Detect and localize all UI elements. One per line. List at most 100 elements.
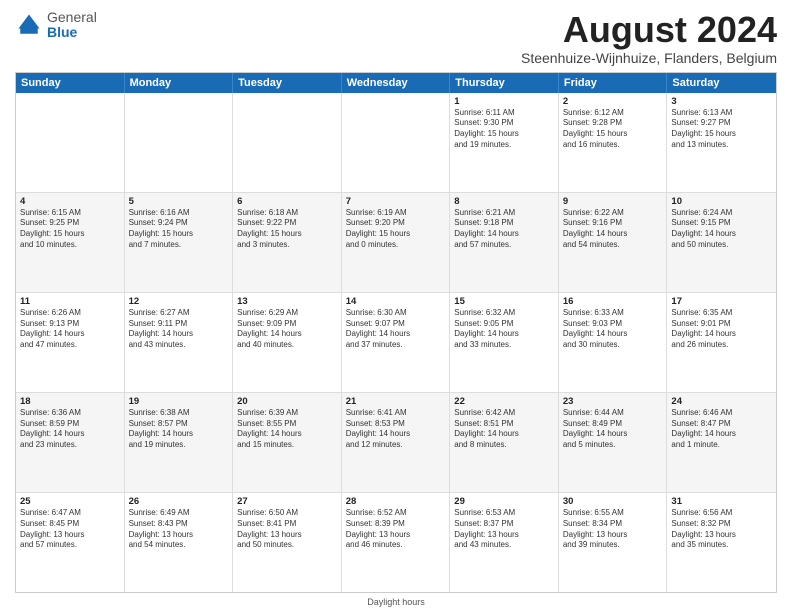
cal-cell-28: 28Sunrise: 6:52 AMSunset: 8:39 PMDayligh… xyxy=(342,493,451,592)
cal-row-1: 1Sunrise: 6:11 AMSunset: 9:30 PMDaylight… xyxy=(16,93,776,192)
day-number: 18 xyxy=(20,396,120,407)
cell-line: and 35 minutes. xyxy=(671,540,772,551)
cal-cell-7: 7Sunrise: 6:19 AMSunset: 9:20 PMDaylight… xyxy=(342,193,451,292)
cell-line: Daylight: 14 hours xyxy=(454,329,554,340)
cell-line: Sunset: 9:25 PM xyxy=(20,218,120,229)
cell-line: Daylight: 13 hours xyxy=(129,530,229,541)
day-number: 27 xyxy=(237,496,337,507)
cell-line: Daylight: 13 hours xyxy=(237,530,337,541)
cell-line: Sunrise: 6:24 AM xyxy=(671,208,772,219)
cal-row-5: 25Sunrise: 6:47 AMSunset: 8:45 PMDayligh… xyxy=(16,492,776,592)
cell-line: Daylight: 14 hours xyxy=(129,329,229,340)
cell-line: and 43 minutes. xyxy=(129,340,229,351)
cal-cell-8: 8Sunrise: 6:21 AMSunset: 9:18 PMDaylight… xyxy=(450,193,559,292)
cal-cell-16: 16Sunrise: 6:33 AMSunset: 9:03 PMDayligh… xyxy=(559,293,668,392)
cell-line: Sunrise: 6:35 AM xyxy=(671,308,772,319)
cell-line: and 16 minutes. xyxy=(563,140,663,151)
day-number: 19 xyxy=(129,396,229,407)
cell-line: Sunrise: 6:36 AM xyxy=(20,408,120,419)
cell-line: and 15 minutes. xyxy=(237,440,337,451)
cell-line: Sunset: 8:37 PM xyxy=(454,519,554,530)
cell-line: and 19 minutes. xyxy=(129,440,229,451)
cell-line: Sunrise: 6:32 AM xyxy=(454,308,554,319)
cell-line: Sunset: 8:55 PM xyxy=(237,419,337,430)
day-number: 17 xyxy=(671,296,772,307)
day-number: 3 xyxy=(671,96,772,107)
cal-cell-29: 29Sunrise: 6:53 AMSunset: 8:37 PMDayligh… xyxy=(450,493,559,592)
cell-line: Sunrise: 6:22 AM xyxy=(563,208,663,219)
cal-header-monday: Monday xyxy=(125,73,234,93)
cell-line: Daylight: 15 hours xyxy=(671,129,772,140)
cell-line: Sunrise: 6:16 AM xyxy=(129,208,229,219)
cell-line: Sunrise: 6:42 AM xyxy=(454,408,554,419)
cell-line: and 54 minutes. xyxy=(129,540,229,551)
cell-line: and 33 minutes. xyxy=(454,340,554,351)
day-number: 22 xyxy=(454,396,554,407)
day-number: 30 xyxy=(563,496,663,507)
cell-line: Daylight: 13 hours xyxy=(671,530,772,541)
day-number: 20 xyxy=(237,396,337,407)
cal-cell-1: 1Sunrise: 6:11 AMSunset: 9:30 PMDaylight… xyxy=(450,93,559,192)
cell-line: Sunrise: 6:27 AM xyxy=(129,308,229,319)
cell-line: and 57 minutes. xyxy=(454,240,554,251)
day-number: 11 xyxy=(20,296,120,307)
day-number: 25 xyxy=(20,496,120,507)
cell-line: Daylight: 14 hours xyxy=(454,429,554,440)
cell-line: Sunrise: 6:26 AM xyxy=(20,308,120,319)
cell-line: Sunset: 8:51 PM xyxy=(454,419,554,430)
day-number: 6 xyxy=(237,196,337,207)
cal-cell-20: 20Sunrise: 6:39 AMSunset: 8:55 PMDayligh… xyxy=(233,393,342,492)
cell-line: and 30 minutes. xyxy=(563,340,663,351)
cell-line: Sunset: 8:32 PM xyxy=(671,519,772,530)
cal-cell-5: 5Sunrise: 6:16 AMSunset: 9:24 PMDaylight… xyxy=(125,193,234,292)
cell-line: Daylight: 15 hours xyxy=(129,229,229,240)
cell-line: and 13 minutes. xyxy=(671,140,772,151)
cal-cell-4: 4Sunrise: 6:15 AMSunset: 9:25 PMDaylight… xyxy=(16,193,125,292)
cal-header-wednesday: Wednesday xyxy=(342,73,451,93)
cal-header-tuesday: Tuesday xyxy=(233,73,342,93)
cell-line: and 57 minutes. xyxy=(20,540,120,551)
day-number: 29 xyxy=(454,496,554,507)
cell-line: and 23 minutes. xyxy=(20,440,120,451)
cell-line: and 0 minutes. xyxy=(346,240,446,251)
cell-line: Sunrise: 6:55 AM xyxy=(563,508,663,519)
cal-cell-empty-01 xyxy=(125,93,234,192)
cal-header-sunday: Sunday xyxy=(16,73,125,93)
cell-line: Daylight: 14 hours xyxy=(671,329,772,340)
cell-line: Daylight: 14 hours xyxy=(563,229,663,240)
cell-line: and 43 minutes. xyxy=(454,540,554,551)
page: General Blue August 2024 Steenhuize-Wijn… xyxy=(0,0,792,612)
cal-header-friday: Friday xyxy=(559,73,668,93)
logo-blue: Blue xyxy=(47,25,97,40)
cell-line: Sunrise: 6:46 AM xyxy=(671,408,772,419)
cell-line: Sunrise: 6:12 AM xyxy=(563,108,663,119)
cal-cell-13: 13Sunrise: 6:29 AMSunset: 9:09 PMDayligh… xyxy=(233,293,342,392)
cal-cell-21: 21Sunrise: 6:41 AMSunset: 8:53 PMDayligh… xyxy=(342,393,451,492)
day-number: 31 xyxy=(671,496,772,507)
cell-line: Daylight: 15 hours xyxy=(237,229,337,240)
cell-line: Sunrise: 6:18 AM xyxy=(237,208,337,219)
cell-line: Daylight: 14 hours xyxy=(671,229,772,240)
cell-line: Sunset: 8:47 PM xyxy=(671,419,772,430)
cell-line: Sunrise: 6:33 AM xyxy=(563,308,663,319)
location: Steenhuize-Wijnhuize, Flanders, Belgium xyxy=(521,50,777,66)
day-number: 24 xyxy=(671,396,772,407)
cell-line: Sunrise: 6:38 AM xyxy=(129,408,229,419)
cell-line: Daylight: 15 hours xyxy=(563,129,663,140)
cell-line: and 46 minutes. xyxy=(346,540,446,551)
day-number: 4 xyxy=(20,196,120,207)
cal-cell-22: 22Sunrise: 6:42 AMSunset: 8:51 PMDayligh… xyxy=(450,393,559,492)
day-number: 2 xyxy=(563,96,663,107)
cal-cell-3: 3Sunrise: 6:13 AMSunset: 9:27 PMDaylight… xyxy=(667,93,776,192)
cal-cell-15: 15Sunrise: 6:32 AMSunset: 9:05 PMDayligh… xyxy=(450,293,559,392)
cell-line: Sunrise: 6:15 AM xyxy=(20,208,120,219)
cell-line: Sunrise: 6:49 AM xyxy=(129,508,229,519)
cell-line: Sunrise: 6:52 AM xyxy=(346,508,446,519)
day-number: 10 xyxy=(671,196,772,207)
cell-line: and 47 minutes. xyxy=(20,340,120,351)
cal-cell-26: 26Sunrise: 6:49 AMSunset: 8:43 PMDayligh… xyxy=(125,493,234,592)
cell-line: and 39 minutes. xyxy=(563,540,663,551)
cell-line: Daylight: 14 hours xyxy=(237,329,337,340)
cal-cell-27: 27Sunrise: 6:50 AMSunset: 8:41 PMDayligh… xyxy=(233,493,342,592)
cell-line: and 50 minutes. xyxy=(671,240,772,251)
